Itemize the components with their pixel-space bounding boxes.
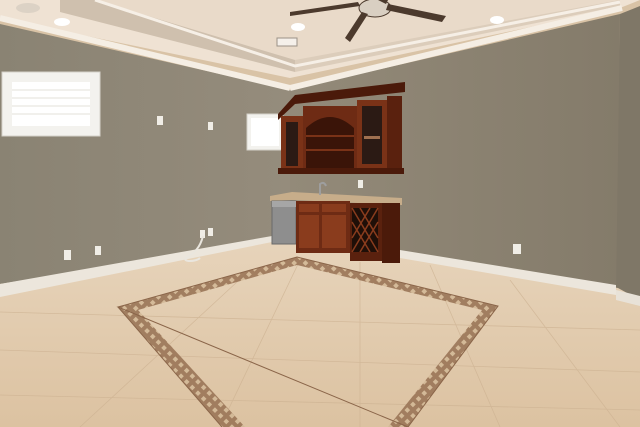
wall-switch [208, 122, 213, 130]
wall-outlet [64, 250, 71, 260]
recessed-light [16, 3, 40, 13]
wall-outlet [358, 180, 363, 188]
wall-outlet [208, 228, 213, 236]
small-window-glass [251, 118, 279, 146]
wall-switch [157, 116, 163, 125]
wall-outlet [513, 244, 521, 254]
air-vent [276, 37, 298, 47]
left-window-glass [12, 82, 90, 126]
room-scene [0, 0, 640, 427]
recessed-light [54, 18, 70, 26]
recessed-light [490, 16, 504, 24]
recessed-light [291, 23, 305, 31]
dishwasher [271, 200, 297, 245]
wall-outlet [95, 246, 101, 255]
right-wall-corner [616, 6, 640, 298]
